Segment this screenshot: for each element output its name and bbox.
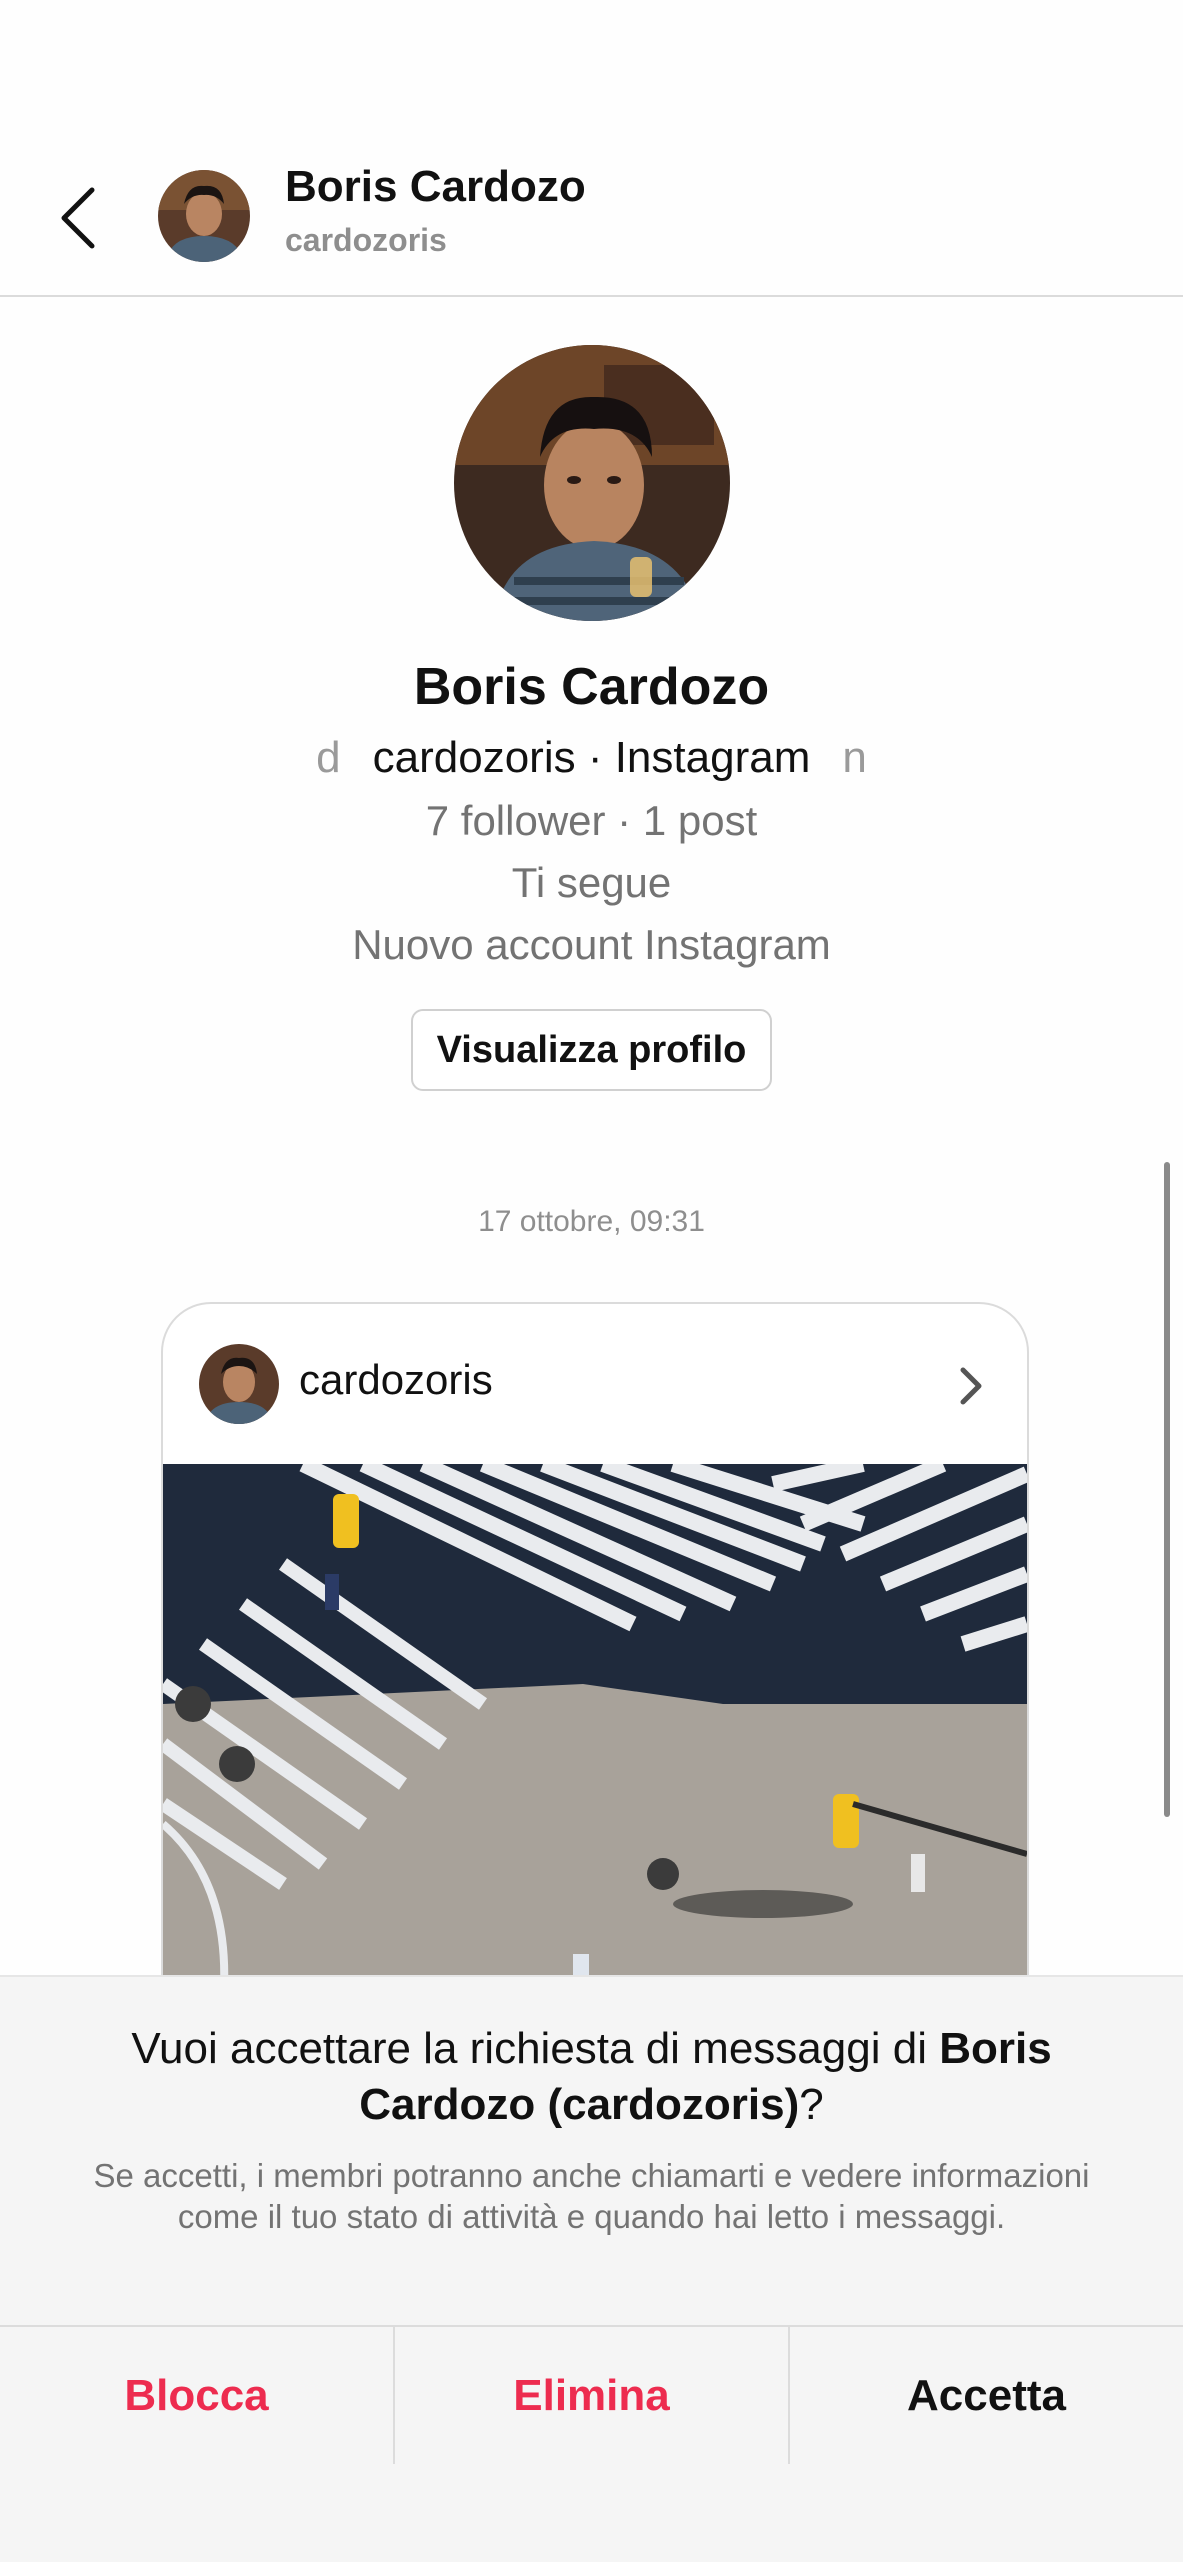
shared-post-header[interactable]: cardozoris	[163, 1304, 1027, 1464]
shared-post-username: cardozoris	[299, 1356, 493, 1403]
back-button[interactable]	[48, 180, 108, 255]
message-request-panel: Vuoi accettare la richiesta di messaggi …	[0, 1975, 1183, 2562]
profile-summary: Boris Cardozo d cardozoris · Instagram n 7…	[0, 345, 1183, 1091]
delete-button[interactable]: Elimina	[393, 2327, 788, 2464]
block-button[interactable]: Blocca	[0, 2327, 393, 2464]
request-actions: Blocca Elimina Accetta	[0, 2325, 1183, 2464]
profile-avatar[interactable]	[453, 345, 730, 621]
avatar[interactable]	[158, 170, 250, 262]
header-username: cardozoris	[285, 222, 447, 258]
shared-post-avatar	[199, 1344, 279, 1424]
header-name[interactable]: Boris Cardozo	[285, 162, 586, 212]
request-question-suffix: ?	[799, 2080, 824, 2129]
view-profile-button[interactable]: Visualizza profilo	[410, 1009, 773, 1091]
request-note: Se accetti, i membri potranno anche chia…	[93, 2157, 1090, 2235]
new-account-label: Nuovo account Instagram	[352, 921, 831, 968]
chevron-left-icon	[61, 187, 95, 248]
conversation-header: Boris Cardozo cardozoris	[0, 130, 1183, 297]
scrollbar[interactable]	[1164, 1162, 1170, 1817]
request-question: Vuoi accettare la richiesta di messaggi …	[60, 2021, 1123, 2133]
request-question-prefix: Vuoi accettare la richiesta di messaggi …	[131, 2024, 940, 2073]
follows-you-label: Ti segue	[511, 859, 672, 906]
profile-handle-line: d cardozoris · Instagram n	[0, 731, 1183, 785]
profile-name: Boris Cardozo	[413, 658, 770, 716]
shared-post-image[interactable]	[163, 1456, 1027, 2004]
handle-left-fragment: d	[316, 733, 341, 782]
chevron-right-icon[interactable]	[947, 1356, 997, 1416]
accept-button[interactable]: Accetta	[788, 2327, 1183, 2464]
handle-right-fragment: n	[842, 733, 867, 782]
message-timestamp: 17 ottobre, 09:31	[478, 1205, 705, 1238]
profile-handle: cardozoris · Instagram	[372, 733, 811, 782]
profile-stats: 7 follower · 1 post	[425, 797, 758, 844]
shared-post-card[interactable]: cardozoris	[161, 1302, 1029, 2006]
